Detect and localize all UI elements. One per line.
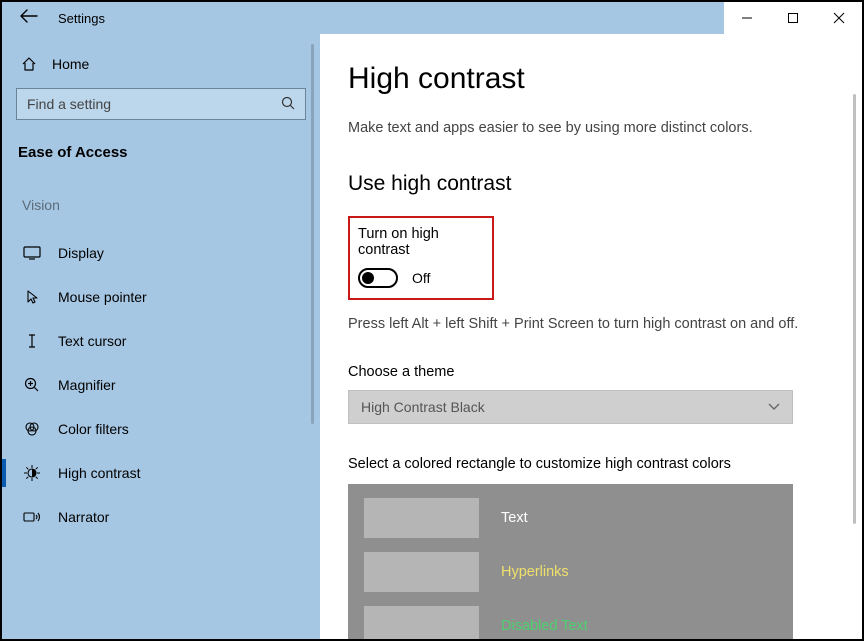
swatch-label-disabled: Disabled Text <box>501 618 588 634</box>
nav-item-mouse-pointer[interactable]: Mouse pointer <box>16 275 306 319</box>
narrator-icon <box>22 510 42 524</box>
highlighted-toggle-area: Turn on high contrast Off <box>348 216 494 300</box>
page-title: High contrast <box>348 62 822 96</box>
toggle-label: Turn on high contrast <box>358 226 482 258</box>
nav-label: High contrast <box>58 465 140 481</box>
nav-label: Magnifier <box>58 377 116 393</box>
sidebar: Home Ease of Access Vision Display Mouse… <box>2 34 320 639</box>
theme-label: Choose a theme <box>348 364 822 380</box>
display-icon <box>22 246 42 260</box>
text-cursor-icon <box>22 333 42 349</box>
titlebar: Settings <box>2 2 862 34</box>
nav-item-text-cursor[interactable]: Text cursor <box>16 319 306 363</box>
sidebar-scrollbar[interactable] <box>311 44 314 424</box>
minimize-button[interactable] <box>724 2 770 34</box>
nav-item-narrator[interactable]: Narrator <box>16 495 306 539</box>
swatch-disabled-text[interactable] <box>364 606 479 639</box>
nav-item-magnifier[interactable]: Magnifier <box>16 363 306 407</box>
theme-value: High Contrast Black <box>361 399 485 415</box>
window-title: Settings <box>58 11 724 26</box>
pointer-icon <box>22 289 42 305</box>
page-subtitle: Make text and apps easier to see by usin… <box>348 120 822 136</box>
swatch-panel: Text Hyperlinks Disabled Text <box>348 484 793 639</box>
window-controls <box>724 2 862 34</box>
swatch-text[interactable] <box>364 498 479 538</box>
sidebar-section-label: Vision <box>22 197 306 213</box>
nav-label: Display <box>58 245 104 261</box>
home-icon <box>20 56 38 72</box>
nav-item-color-filters[interactable]: Color filters <box>16 407 306 451</box>
nav-label: Mouse pointer <box>58 289 147 305</box>
customize-label: Select a colored rectangle to customize … <box>348 456 822 472</box>
home-label: Home <box>52 56 89 72</box>
nav-label: Narrator <box>58 509 109 525</box>
search-icon <box>281 96 295 113</box>
section-use-high-contrast: Use high contrast <box>348 172 822 196</box>
main-scrollbar[interactable] <box>853 94 856 524</box>
shortcut-hint: Press left Alt + left Shift + Print Scre… <box>348 316 822 332</box>
search-input-wrap[interactable] <box>16 88 306 120</box>
high-contrast-icon <box>22 465 42 481</box>
main-panel: High contrast Make text and apps easier … <box>320 34 862 639</box>
swatch-hyperlinks[interactable] <box>364 552 479 592</box>
chevron-down-icon <box>768 400 780 414</box>
theme-dropdown[interactable]: High Contrast Black <box>348 390 793 424</box>
swatch-label-hyperlinks: Hyperlinks <box>501 564 569 580</box>
close-button[interactable] <box>816 2 862 34</box>
category-title: Ease of Access <box>16 144 306 161</box>
search-input[interactable] <box>27 96 281 112</box>
nav-item-high-contrast[interactable]: High contrast <box>16 451 306 495</box>
color-filters-icon <box>22 421 42 437</box>
maximize-button[interactable] <box>770 2 816 34</box>
back-button[interactable] <box>20 9 38 28</box>
magnifier-icon <box>22 377 42 393</box>
high-contrast-toggle[interactable] <box>358 268 398 288</box>
swatch-label-text: Text <box>501 510 528 526</box>
nav-item-display[interactable]: Display <box>16 231 306 275</box>
nav-label: Text cursor <box>58 333 126 349</box>
toggle-state: Off <box>412 270 430 286</box>
home-button[interactable]: Home <box>16 48 306 88</box>
nav-label: Color filters <box>58 421 129 437</box>
